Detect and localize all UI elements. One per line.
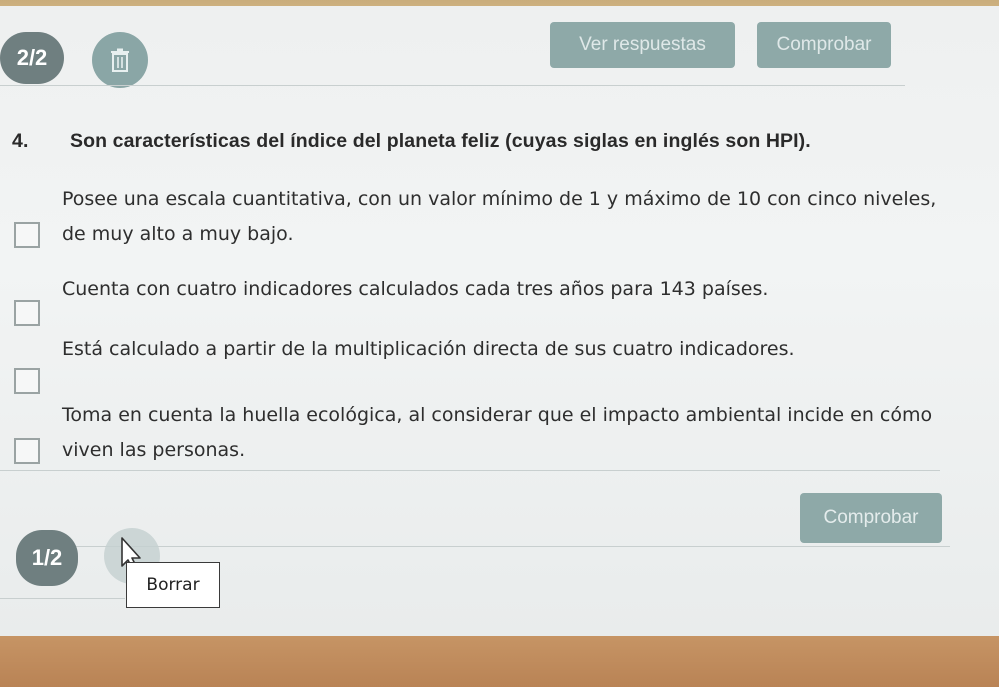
option-text-3: Está calculado a partir de la multiplica… <box>62 338 795 360</box>
option-text-4: Toma en cuenta la huella ecológica, al c… <box>62 404 933 461</box>
option-checkbox-3[interactable] <box>14 368 40 394</box>
worksheet-screen: 2/2 Ver respuestas Comprobar 4. Son carac… <box>0 6 999 636</box>
comprobar-button-top[interactable]: Comprobar <box>757 22 891 68</box>
question-heading: 4. Son características del índice del pla… <box>12 130 992 153</box>
option-text-1: Posee una escala cuantitativa, con un va… <box>62 188 937 245</box>
top-toolbar: 2/2 Ver respuestas Comprobar <box>0 6 999 90</box>
page-progress-badge: 2/2 <box>0 32 64 84</box>
comprobar-button-bottom[interactable]: Comprobar <box>800 493 942 543</box>
question-number: 4. <box>12 130 29 152</box>
option-checkbox-2[interactable] <box>14 300 40 326</box>
options-divider <box>0 470 940 471</box>
option-text-2: Cuenta con cuatro indicadores calculados… <box>62 278 769 300</box>
option-checkbox-1[interactable] <box>14 222 40 248</box>
page-progress-badge-bottom: 1/2 <box>16 530 78 586</box>
borrar-tooltip: Borrar <box>126 562 220 608</box>
option-checkbox-4[interactable] <box>14 438 40 464</box>
top-divider <box>0 85 905 86</box>
question-text: Son características del índice del plane… <box>70 130 811 152</box>
bottom-left-divider <box>0 598 125 599</box>
trash-icon[interactable] <box>92 32 148 88</box>
bottom-divider <box>70 546 950 547</box>
ver-respuestas-button[interactable]: Ver respuestas <box>550 22 735 68</box>
trash-icon-glyph <box>111 48 129 72</box>
